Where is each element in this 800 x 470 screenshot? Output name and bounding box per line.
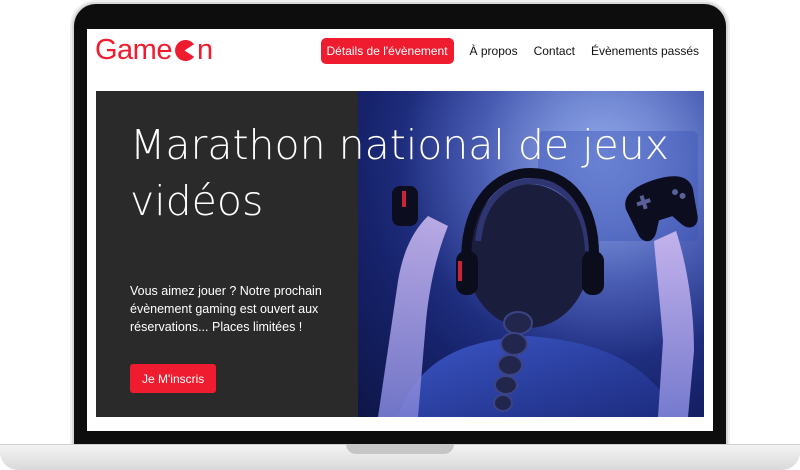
hero-description: Vous aimez jouer ? Notre prochain évènem… <box>130 284 322 334</box>
laptop-notch <box>346 444 454 454</box>
nav-item-contact[interactable]: Contact <box>534 44 575 58</box>
nav-item-past-events[interactable]: Évènements passés <box>591 44 699 58</box>
pacman-icon <box>175 39 195 62</box>
brand-name-start: Game <box>95 34 172 66</box>
nav-item-about[interactable]: À propos <box>470 44 518 58</box>
main-nav: Détails de l'évènement À propos Contact … <box>320 38 699 64</box>
hero-section: Marathon national de jeux vidéos Vous ai… <box>96 91 704 417</box>
navbar: Game n Détails de l'évènement À propos Co… <box>87 29 713 91</box>
brand-name-end: n <box>196 34 213 66</box>
nav-item-event-details[interactable]: Détails de l'évènement <box>320 38 454 64</box>
brand-logo[interactable]: Game n <box>95 33 213 67</box>
hero-title: Marathon national de jeux vidéos <box>130 121 669 225</box>
website-screen: Game n Détails de l'évènement À propos Co… <box>87 29 713 431</box>
register-button[interactable]: Je M'inscris <box>130 364 217 393</box>
laptop-mockup: Game n Détails de l'évènement À propos Co… <box>0 0 800 470</box>
